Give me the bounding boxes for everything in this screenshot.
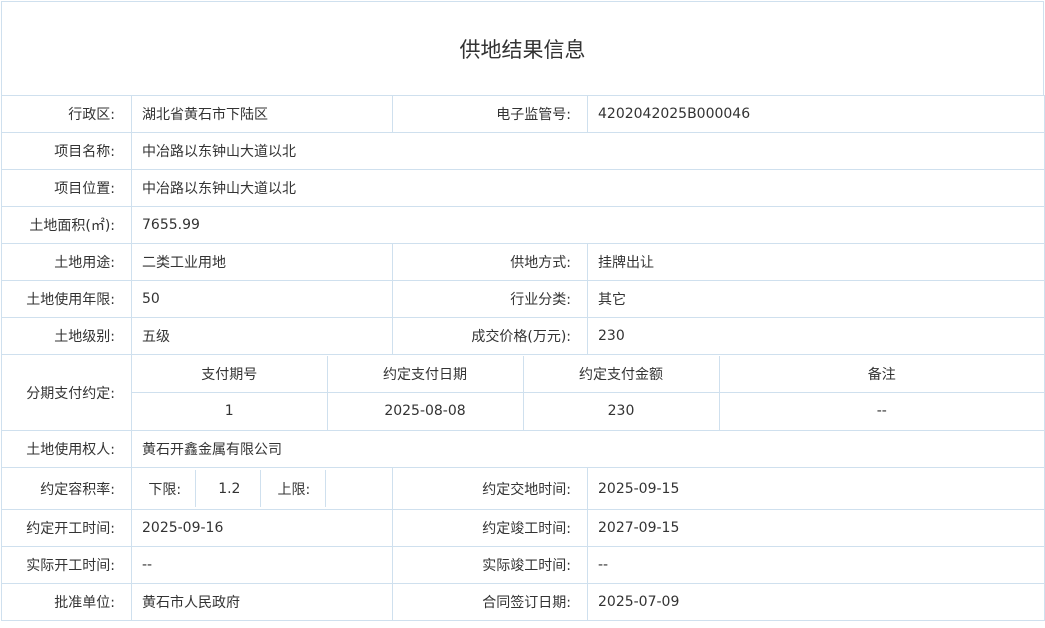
title-box: 供地结果信息 [1,1,1044,96]
delivery-time-label: 约定交地时间: [392,467,588,510]
installment-remark: -- [876,403,887,420]
actual-start-value: -- [131,546,393,584]
actual-start-label: 实际开工时间: [1,546,132,584]
supply-method-value: 挂牌出让 [587,243,1045,281]
row-approval: 批准单位: 黄石市人民政府 合同签订日期: 2025-07-09 [1,583,1045,621]
row-start-time: 约定开工时间: 2025-09-16 约定竣工时间: 2027-09-15 [1,509,1045,547]
installment-period: 1 [132,392,328,430]
use-years-value: 50 [131,280,393,318]
far-lower-label: 下限: [134,470,197,507]
project-name-label: 项目名称: [1,132,132,170]
row-installment: 分期支付约定: 支付期号 约定支付日期 约定支付金额 备注 1 2025-08-… [1,354,1045,431]
use-years-label: 土地使用年限: [1,280,132,318]
installment-table: 支付期号 约定支付日期 约定支付金额 备注 1 2025-08-08 230 -… [132,355,1044,430]
start-time-value: 2025-09-16 [131,509,393,547]
actual-completion-label: 实际竣工时间: [392,546,588,584]
land-area-value: 7655.99 [131,206,1045,244]
info-table: 行政区: 湖北省黄石市下陆区 电子监管号: 4202042025B000046 … [1,95,1045,621]
installment-header-amount: 约定支付金额 [523,355,720,393]
far-cell: 下限: 1.2 上限: [131,467,393,510]
supervision-no-value: 4202042025B000046 [587,95,1045,133]
table-row: 1 2025-08-08 230 -- [132,392,1044,430]
supervision-no-label: 电子监管号: [392,95,588,133]
row-far: 约定容积率: 下限: 1.2 上限: 约定交地时间: 2025-09-15 [1,467,1045,510]
land-grade-value: 五级 [131,317,393,355]
actual-completion-value: -- [587,546,1045,584]
installment-header-date: 约定支付日期 [327,355,524,393]
price-label: 成交价格(万元): [392,317,588,355]
project-location-label: 项目位置: [1,169,132,207]
far-upper-value [328,470,390,507]
installment-label: 分期支付约定: [1,354,132,431]
far-label: 约定容积率: [1,467,132,510]
far-upper-label: 上限: [263,470,326,507]
row-project-name: 项目名称: 中冶路以东钟山大道以北 [1,132,1045,170]
delivery-time-value: 2025-09-15 [587,467,1045,510]
district-label: 行政区: [1,95,132,133]
row-use-years: 土地使用年限: 50 行业分类: 其它 [1,280,1045,318]
installment-header-period: 支付期号 [132,355,328,393]
approval-unit-label: 批准单位: [1,583,132,621]
district-value: 湖北省黄石市下陆区 [131,95,393,133]
row-land-use: 土地用途: 二类工业用地 供地方式: 挂牌出让 [1,243,1045,281]
land-area-label: 土地面积(㎡): [1,206,132,244]
approval-unit-value: 黄石市人民政府 [131,583,393,621]
land-user-value: 黄石开鑫金属有限公司 [131,430,1045,468]
industry-value: 其它 [587,280,1045,318]
start-time-label: 约定开工时间: [1,509,132,547]
far-table: 下限: 1.2 上限: [132,468,392,509]
contract-date-label: 合同签订日期: [392,583,588,621]
row-land-user: 土地使用权人: 黄石开鑫金属有限公司 [1,430,1045,468]
row-actual-start: 实际开工时间: -- 实际竣工时间: -- [1,546,1045,584]
land-use-label: 土地用途: [1,243,132,281]
row-district: 行政区: 湖北省黄石市下陆区 电子监管号: 4202042025B000046 [1,95,1045,133]
industry-label: 行业分类: [392,280,588,318]
row-land-grade: 土地级别: 五级 成交价格(万元): 230 [1,317,1045,355]
installment-header-row: 支付期号 约定支付日期 约定支付金额 备注 [132,355,1044,393]
land-user-label: 土地使用权人: [1,430,132,468]
far-lower-value: 1.2 [198,470,262,507]
land-supply-result-page: 供地结果信息 行政区: 湖北省黄石市下陆区 电子监管号: 4202042025B… [0,0,1045,628]
installment-date: 2025-08-08 [327,392,524,430]
installment-cell: 支付期号 约定支付日期 约定支付金额 备注 1 2025-08-08 230 -… [131,354,1045,431]
land-use-value: 二类工业用地 [131,243,393,281]
price-value: 230 [587,317,1045,355]
page-title: 供地结果信息 [459,38,586,62]
installment-header-remark: 备注 [719,355,1044,393]
supply-method-label: 供地方式: [392,243,588,281]
project-location-value: 中冶路以东钟山大道以北 [131,169,1045,207]
row-land-area: 土地面积(㎡): 7655.99 [1,206,1045,244]
row-project-location: 项目位置: 中冶路以东钟山大道以北 [1,169,1045,207]
project-name-value: 中冶路以东钟山大道以北 [131,132,1045,170]
completion-time-label: 约定竣工时间: [392,509,588,547]
contract-date-value: 2025-07-09 [587,583,1045,621]
installment-amount: 230 [523,392,720,430]
completion-time-value: 2027-09-15 [587,509,1045,547]
land-grade-label: 土地级别: [1,317,132,355]
